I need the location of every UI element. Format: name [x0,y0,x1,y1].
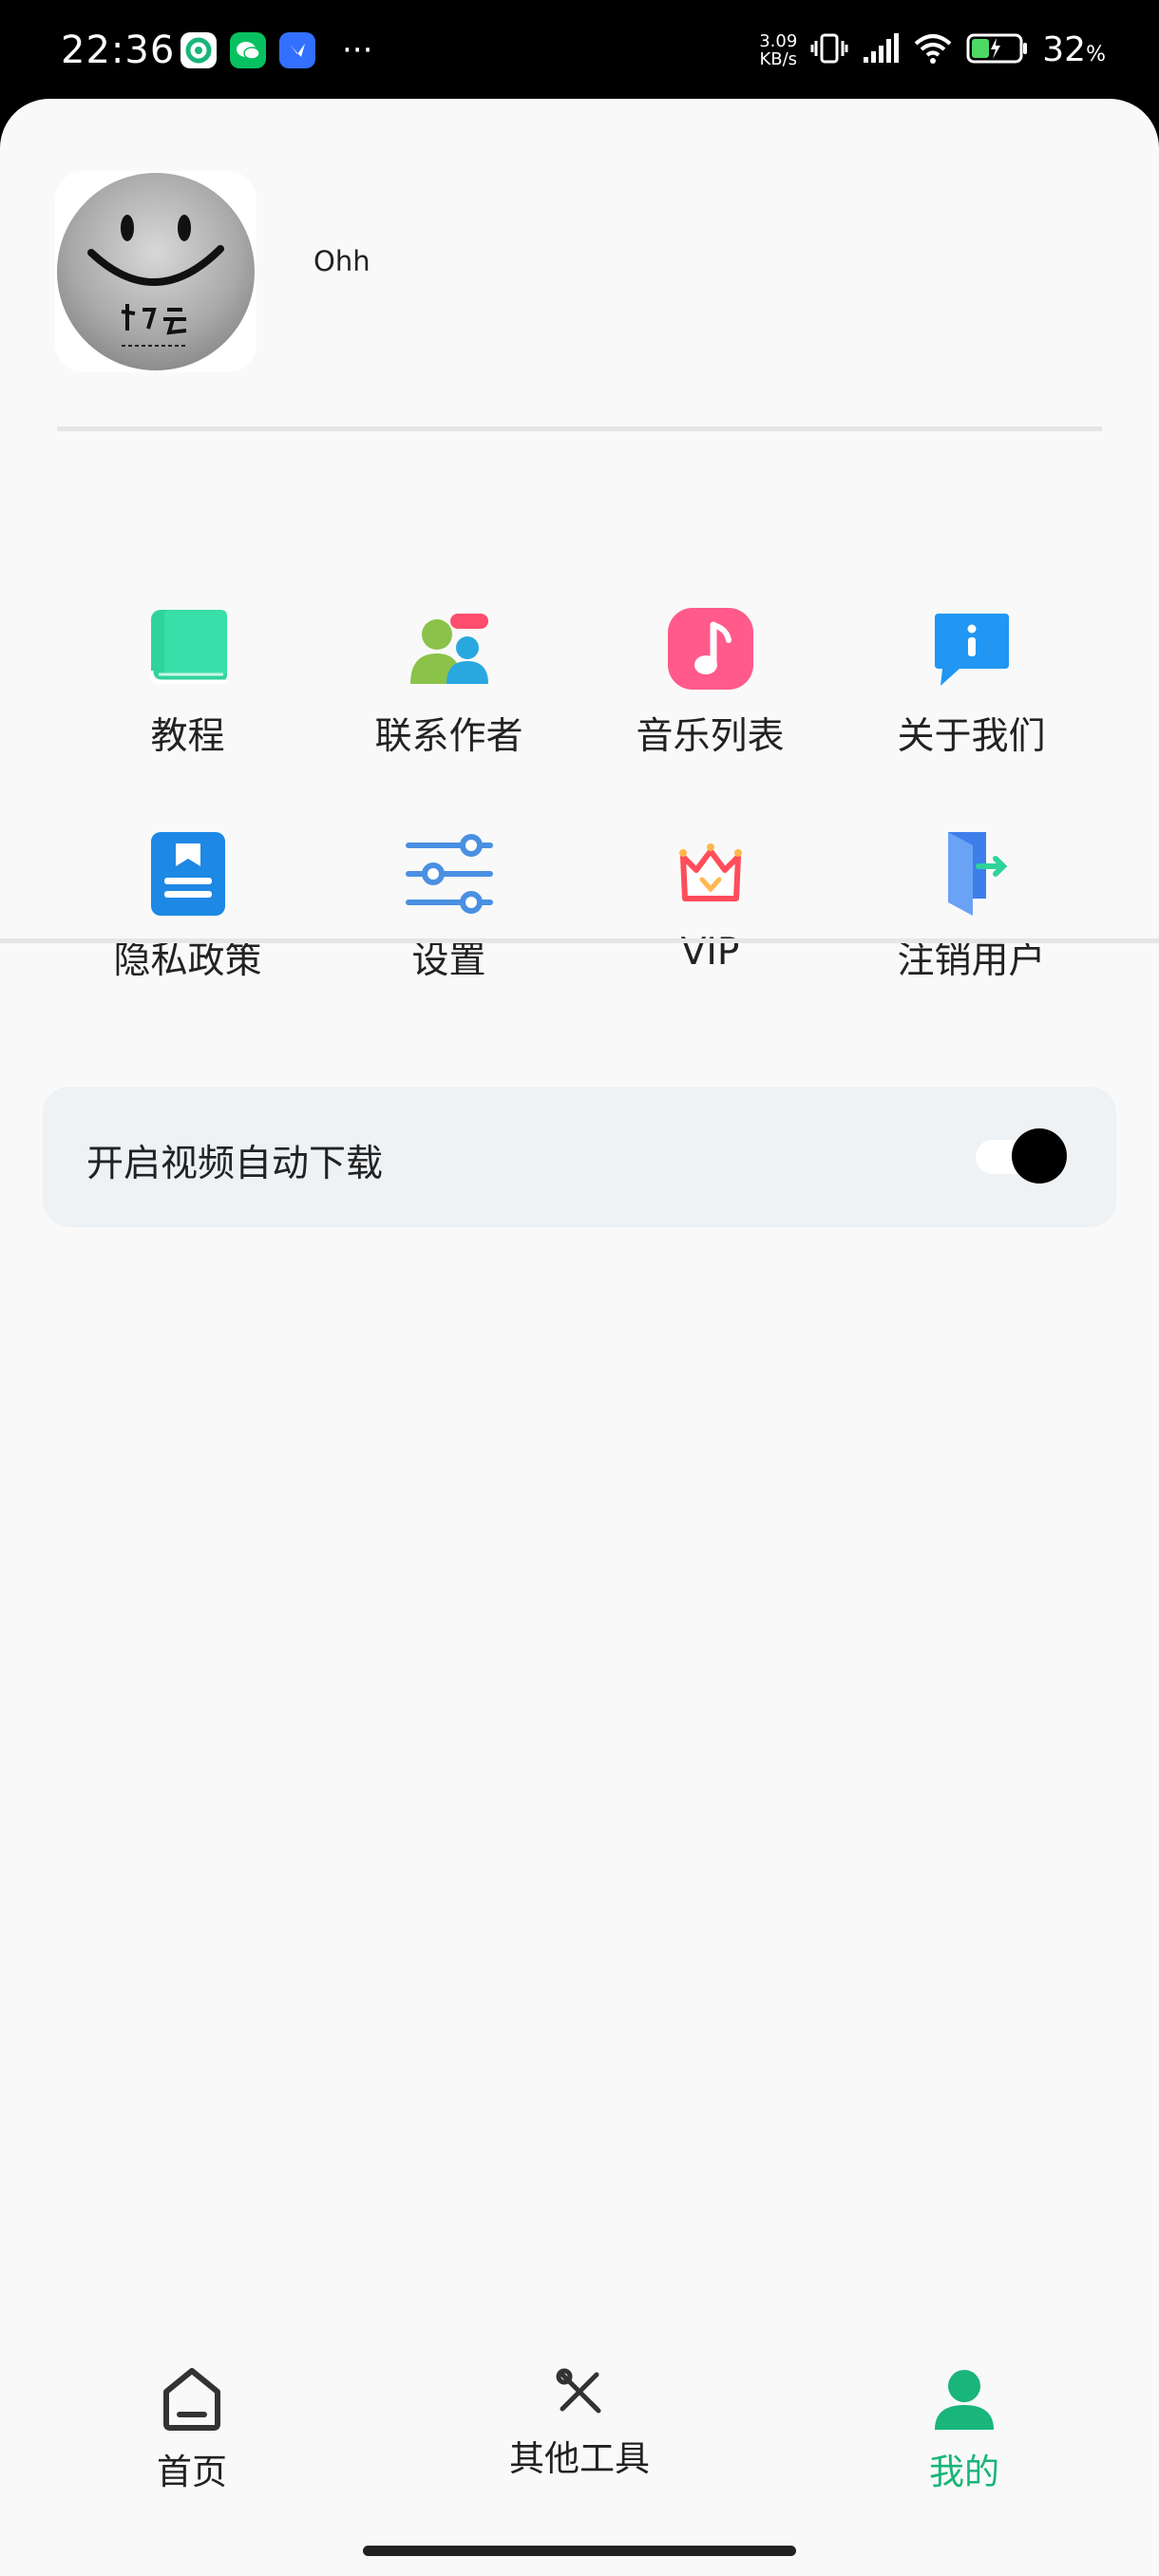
crown-icon [666,828,755,918]
net-speed: 3.09 KB/s [759,30,798,69]
username: Ohh [314,245,370,277]
status-time: 22:36 [61,28,176,72]
battery-percent: 32% [1042,30,1106,69]
menu-item-logout[interactable]: 注销用户 [841,828,1102,984]
toggle-thumb [1012,1128,1067,1184]
wifi-icon [913,32,953,68]
feishu-icon [279,32,315,68]
bottom-nav: 首页 其他工具 我的 [0,2365,1159,2527]
contacts-icon [405,604,494,693]
wechat-icon [230,32,266,68]
logout-door-icon [927,828,1016,918]
nav-home[interactable]: 首页 [68,2365,315,2494]
user-icon [931,2370,998,2435]
sliders-icon [405,828,494,918]
menu-item-music-list[interactable]: 音乐列表 [580,604,841,760]
menu-item-privacy-policy[interactable]: 隐私政策 [57,828,318,984]
status-notification-icons: ··· [180,32,372,68]
divider [57,426,1102,431]
gesture-home-bar[interactable] [363,2546,796,2556]
auto-download-toggle[interactable] [976,1128,1067,1184]
nav-mine[interactable]: 我的 [841,2365,1088,2494]
menu-item-contact-author[interactable]: 联系作者 [318,604,580,760]
nav-other-tools[interactable]: 其他工具 [456,2365,703,2481]
app-icon-1 [180,32,217,68]
signal-icon [862,32,900,68]
menu-item-tutorial[interactable]: 教程 [57,604,318,760]
info-chat-icon [927,604,1016,693]
avatar[interactable] [55,171,256,372]
book-icon [143,604,233,693]
more-dots-icon: ··· [342,31,373,69]
privacy-doc-icon [143,828,233,918]
status-bar: 22:36 ··· 3.09 KB/s 32% [0,0,1159,104]
home-icon [161,2368,223,2435]
auto-download-setting: 开启视频自动下载 [43,1087,1116,1227]
music-note-icon [666,604,755,693]
battery-icon [966,32,1029,68]
divider [0,938,1159,943]
profile-page: Ohh 教程 联系作者 音乐列表 关于我们 隐私政策 设置 VIP 注销用户 开… [0,99,1159,2576]
menu-item-vip[interactable]: VIP [580,828,841,974]
menu-item-settings[interactable]: 设置 [318,828,580,984]
vibrate-icon [810,31,848,69]
auto-download-label: 开启视频自动下载 [86,1143,384,1185]
menu-item-about-us[interactable]: 关于我们 [841,604,1102,760]
tools-icon [553,2368,606,2422]
